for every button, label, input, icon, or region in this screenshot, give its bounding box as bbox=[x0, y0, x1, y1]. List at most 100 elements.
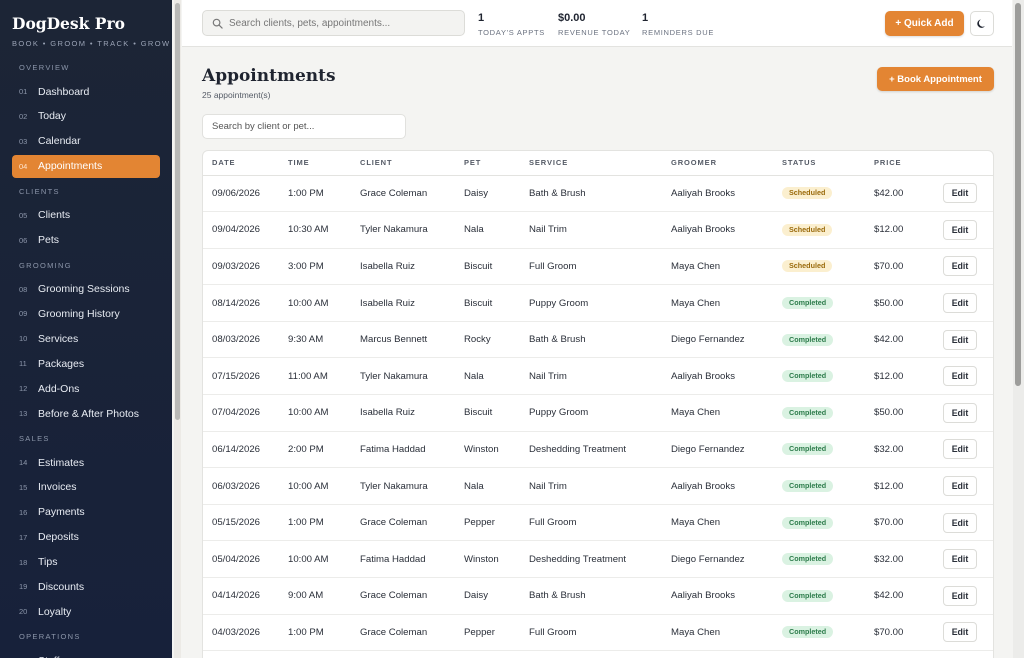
sidebar-item-calendar[interactable]: 03 Calendar bbox=[12, 130, 160, 153]
sidebar-item-staff[interactable]: 21Staff bbox=[12, 649, 160, 658]
cell-client: Tyler Nakamura bbox=[360, 480, 428, 492]
edit-appointment-button[interactable]: Edit bbox=[943, 476, 977, 497]
edit-appointment-button[interactable]: Edit bbox=[943, 622, 977, 643]
cell-date: 07/15/2026 bbox=[212, 370, 261, 382]
cell-groomer: Aaliyah Brooks bbox=[671, 590, 735, 602]
status-badge: Scheduled bbox=[782, 187, 833, 200]
cell-actions: Edit bbox=[943, 212, 993, 249]
edit-appointment-button[interactable]: Edit bbox=[943, 219, 977, 240]
column-header-status[interactable]: STATUS bbox=[782, 151, 874, 176]
sidebar-item-appointments[interactable]: 04 Appointments bbox=[12, 154, 160, 178]
edit-appointment-button[interactable]: Edit bbox=[943, 585, 977, 606]
cell-price: $12.00 bbox=[874, 370, 904, 382]
cell-time: 1:00 PM bbox=[288, 626, 324, 638]
edit-appointment-button[interactable]: Edit bbox=[943, 366, 977, 387]
sidebar-item-label: Calendar bbox=[38, 135, 81, 148]
table-row: 08/14/2026 10:00 AM Isabella Ruiz Biscuit Pu… bbox=[203, 285, 993, 322]
cell-time: 3:00 PM bbox=[288, 260, 324, 272]
column-header-service[interactable]: SERVICE bbox=[529, 151, 671, 176]
sidebar-item-payments[interactable]: 16 Payments bbox=[12, 501, 160, 524]
cell-actions: Edit bbox=[943, 321, 993, 358]
sidebar-item-before-after-photos[interactable]: 13 Before & After Photos bbox=[12, 402, 160, 425]
edit-appointment-button[interactable]: Edit bbox=[943, 512, 977, 533]
global-search-input[interactable] bbox=[229, 17, 449, 29]
column-header-price[interactable]: PRICE bbox=[874, 151, 943, 176]
column-header-time[interactable]: TIME bbox=[288, 151, 360, 176]
quick-add-button[interactable]: + Quick Add bbox=[885, 11, 964, 36]
sidebar-item-number: 11 bbox=[19, 359, 27, 369]
sidebar-item-clients[interactable]: 05 Clients bbox=[12, 204, 160, 227]
stat-label: TODAY'S APPTS bbox=[478, 28, 545, 37]
column-header-pet[interactable]: PET bbox=[464, 151, 529, 176]
cell-service: Puppy Groom bbox=[529, 297, 589, 309]
cell-service: Deshedding Treatment bbox=[529, 553, 627, 565]
cell-actions: Edit bbox=[943, 468, 993, 505]
sidebar-scrollbar-thumb[interactable] bbox=[175, 3, 180, 420]
sidebar-item-number: 14 bbox=[19, 458, 28, 468]
search-icon bbox=[212, 18, 223, 29]
appointments-table-card: DATE TIME CLIENT PET SERVICE GROOMER STA… bbox=[202, 150, 994, 658]
sidebar-item-services[interactable]: 10 Services bbox=[12, 327, 160, 350]
cell-groomer: Diego Fernandez bbox=[671, 553, 745, 565]
theme-toggle-button[interactable] bbox=[970, 11, 994, 36]
nav-section-sales: SALES bbox=[19, 434, 50, 444]
sidebar-item-number: 04 bbox=[19, 161, 28, 171]
column-header-client[interactable]: CLIENT bbox=[360, 151, 464, 176]
sidebar-item-discounts[interactable]: 19 Discounts bbox=[12, 575, 160, 598]
column-header-date[interactable]: DATE bbox=[203, 151, 288, 176]
column-header-groomer[interactable]: GROOMER bbox=[671, 151, 782, 176]
sidebar-item-today[interactable]: 02 Today bbox=[12, 105, 160, 128]
cell-pet: Winston bbox=[464, 553, 499, 565]
edit-appointment-button[interactable]: Edit bbox=[943, 329, 977, 350]
sidebar-item-dashboard[interactable]: 01 Dashboard bbox=[12, 80, 160, 103]
cell-actions: Edit bbox=[943, 431, 993, 468]
sidebar-item-label: Before & After Photos bbox=[38, 407, 139, 420]
sidebar-item-number: 02 bbox=[19, 111, 28, 121]
edit-appointment-button[interactable]: Edit bbox=[943, 402, 977, 423]
sidebar-item-deposits[interactable]: 17 Deposits bbox=[12, 526, 160, 549]
sidebar-item-grooming-history[interactable]: 09 Grooming History bbox=[12, 302, 160, 325]
cell-pet: Daisy bbox=[464, 590, 488, 602]
edit-appointment-button[interactable]: Edit bbox=[943, 549, 977, 570]
main-scrollbar-thumb[interactable] bbox=[1015, 3, 1021, 386]
cell-service: Nail Trim bbox=[529, 480, 567, 492]
sidebar-item-packages[interactable]: 11 Packages bbox=[12, 352, 160, 375]
sidebar-item-label: Clients bbox=[38, 209, 71, 222]
global-search[interactable] bbox=[202, 10, 465, 36]
cell-client: Isabella Ruiz bbox=[360, 260, 415, 272]
cell-time: 10:00 AM bbox=[288, 553, 329, 565]
cell-pet: Winston bbox=[464, 443, 499, 455]
book-appointment-button[interactable]: + Book Appointment bbox=[877, 67, 994, 91]
cell-time: 10:00 AM bbox=[288, 480, 329, 492]
sidebar-item-number: 13 bbox=[19, 409, 28, 419]
sidebar-item-grooming-sessions[interactable]: 08 Grooming Sessions bbox=[12, 278, 160, 301]
sidebar-item-add-ons[interactable]: 12 Add-Ons bbox=[12, 377, 160, 400]
sidebar-item-invoices[interactable]: 15 Invoices bbox=[12, 476, 160, 499]
edit-appointment-button[interactable]: Edit bbox=[943, 293, 977, 314]
cell-service: Bath & Brush bbox=[529, 590, 586, 602]
table-row: 09/03/2026 3:00 PM Isabella Ruiz Biscuit Ful… bbox=[203, 248, 993, 285]
edit-appointment-button[interactable]: Edit bbox=[943, 439, 977, 460]
stat-revenue-today: $0.00 REVENUE TODAY bbox=[558, 12, 630, 37]
sidebar-item-loyalty[interactable]: 20 Loyalty bbox=[12, 600, 160, 623]
stat-label: REVENUE TODAY bbox=[558, 28, 631, 37]
sidebar-item-number: 01 bbox=[19, 87, 28, 96]
sidebar-item-number: 03 bbox=[19, 136, 28, 146]
cell-groomer: Maya Chen bbox=[671, 517, 721, 529]
edit-appointment-button[interactable]: Edit bbox=[943, 183, 977, 204]
sidebar-item-label: Services bbox=[38, 332, 79, 345]
sidebar-item-estimates[interactable]: 14 Estimates bbox=[12, 451, 160, 474]
sidebar-item-tips[interactable]: 18 Tips bbox=[12, 551, 160, 574]
client-pet-search-input[interactable] bbox=[202, 114, 406, 139]
edit-appointment-button[interactable]: Edit bbox=[943, 256, 977, 277]
cell-status: Completed bbox=[782, 614, 874, 651]
cell-status: Scheduled bbox=[782, 175, 874, 212]
cell-client: Fatima Haddad bbox=[360, 553, 426, 565]
nav-section-overview: OVERVIEW bbox=[19, 63, 70, 72]
cell-service: Nail Trim bbox=[529, 370, 567, 382]
table-row: 09/04/2026 10:30 AM Tyler Nakamura Nala Nail… bbox=[203, 212, 993, 249]
status-badge: Completed bbox=[782, 406, 834, 419]
sidebar-item-pets[interactable]: 06 Pets bbox=[12, 229, 160, 252]
cell-client: Grace Coleman bbox=[360, 590, 428, 602]
cell-date: 09/03/2026 bbox=[212, 260, 261, 272]
